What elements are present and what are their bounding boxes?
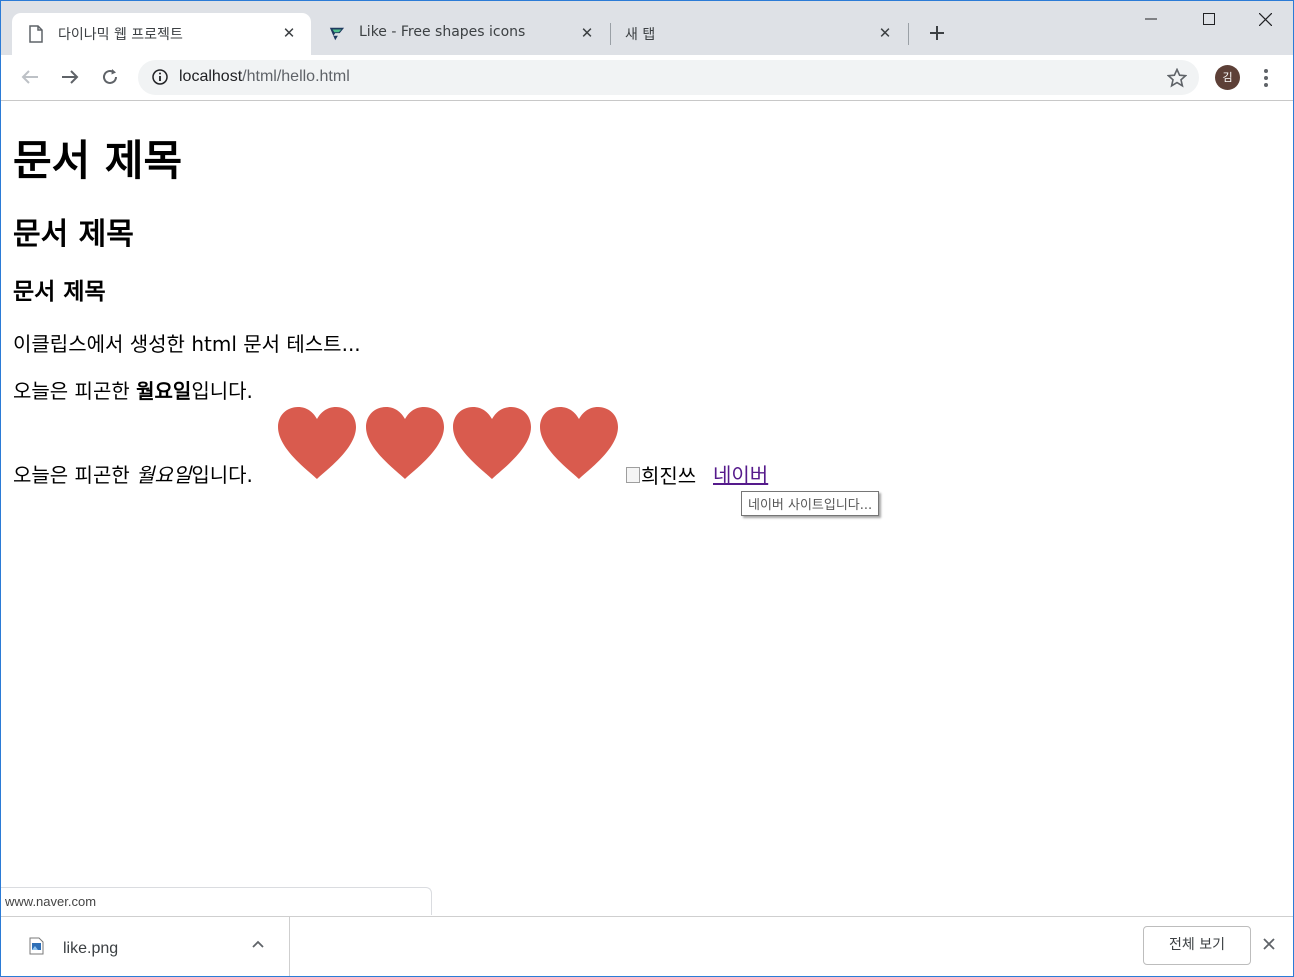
- paragraph-italic: 오늘은 피곤한 월요일입니다.: [13, 459, 253, 488]
- download-shelf: like.png 전체 보기: [1, 916, 1293, 976]
- paragraph-bold: 오늘은 피곤한 월요일입니다.: [13, 375, 253, 404]
- document-icon: [29, 25, 43, 43]
- arrow-left-icon: [21, 70, 38, 84]
- arrow-right-icon: [62, 70, 79, 84]
- close-icon: [1258, 12, 1272, 26]
- link-tooltip: 네이버 사이트입니다...: [741, 491, 880, 516]
- show-all-downloads-button[interactable]: 전체 보기: [1143, 926, 1251, 965]
- flaticon-logo-icon: [329, 27, 345, 41]
- tab-dynamic-web-project[interactable]: 다이나믹 웹 프로젝트 ✕: [12, 13, 311, 55]
- reload-button[interactable]: [96, 63, 124, 91]
- close-icon[interactable]: ✕: [279, 23, 299, 43]
- tab-like-free-shapes[interactable]: Like - Free shapes icons ✕: [313, 13, 609, 55]
- tab-title: 다이나믹 웹 프로젝트: [58, 27, 183, 43]
- tab-title: 새 탭: [625, 27, 656, 43]
- new-tab-button[interactable]: [923, 19, 951, 47]
- browser-window: 다이나믹 웹 프로젝트 ✕ Like - Free shapes icons ✕…: [0, 0, 1294, 977]
- broken-image: 희진쓰: [626, 460, 696, 489]
- paragraph-eclipse: 이클립스에서 생성한 html 문서 테스트...: [13, 332, 361, 356]
- url-path: /html/hello.html: [242, 68, 350, 85]
- more-vert-icon[interactable]: [1256, 65, 1276, 91]
- status-bubble: www.naver.com: [1, 887, 432, 915]
- close-icon[interactable]: [1262, 937, 1276, 951]
- tab-new-tab[interactable]: 새 탭 ✕: [611, 13, 907, 55]
- minimize-icon: [1145, 18, 1157, 20]
- download-item[interactable]: like.png: [1, 917, 290, 976]
- close-icon[interactable]: ✕: [875, 23, 895, 43]
- minimize-button[interactable]: [1123, 1, 1179, 37]
- back-button[interactable]: [16, 63, 44, 91]
- heading-2: 문서 제목: [13, 217, 134, 252]
- forward-button[interactable]: [56, 63, 84, 91]
- plus-icon: [930, 26, 944, 40]
- url-host: localhost: [179, 68, 243, 85]
- text: 입니다.: [191, 463, 253, 487]
- text: 입니다.: [191, 379, 253, 403]
- reload-icon: [103, 69, 117, 84]
- page-content: 문서 제목 문서 제목 문서 제목 이클립스에서 생성한 html 문서 테스트…: [1, 101, 1293, 916]
- heart-icon: [453, 407, 531, 479]
- maximize-icon: [1203, 13, 1215, 25]
- maximize-button[interactable]: [1181, 1, 1237, 37]
- tab-title: Like - Free shapes icons: [359, 24, 526, 40]
- tab-strip: 다이나믹 웹 프로젝트 ✕ Like - Free shapes icons ✕…: [1, 1, 1293, 55]
- browser-toolbar: localhost/html/hello.html 김: [1, 55, 1293, 101]
- download-file-name: like.png: [63, 940, 119, 957]
- address-bar[interactable]: localhost/html/hello.html: [138, 60, 1199, 95]
- info-icon[interactable]: [152, 69, 168, 85]
- naver-link[interactable]: 네이버: [713, 459, 768, 488]
- bold-text: 월요일: [136, 379, 192, 403]
- text: 오늘은 피곤한: [13, 463, 137, 487]
- heading-3: 문서 제목: [13, 279, 106, 305]
- text: 오늘은 피곤한: [13, 379, 137, 403]
- heart-icon: [366, 407, 444, 479]
- heart-icon: [278, 407, 356, 479]
- image-alt-text: 희진쓰: [641, 464, 697, 488]
- star-icon[interactable]: [1167, 68, 1187, 88]
- url-text[interactable]: localhost/html/hello.html: [179, 68, 350, 86]
- italic-text: 월요일: [136, 463, 192, 487]
- image-file-icon: [29, 937, 44, 955]
- broken-image-icon: [626, 466, 640, 483]
- heading-1: 문서 제목: [13, 136, 183, 185]
- avatar[interactable]: 김: [1215, 65, 1240, 90]
- tab-separator: [908, 23, 909, 45]
- heart-icon: [540, 407, 618, 479]
- close-icon[interactable]: ✕: [577, 23, 597, 43]
- close-window-button[interactable]: [1237, 1, 1293, 37]
- chevron-up-icon[interactable]: [251, 937, 265, 951]
